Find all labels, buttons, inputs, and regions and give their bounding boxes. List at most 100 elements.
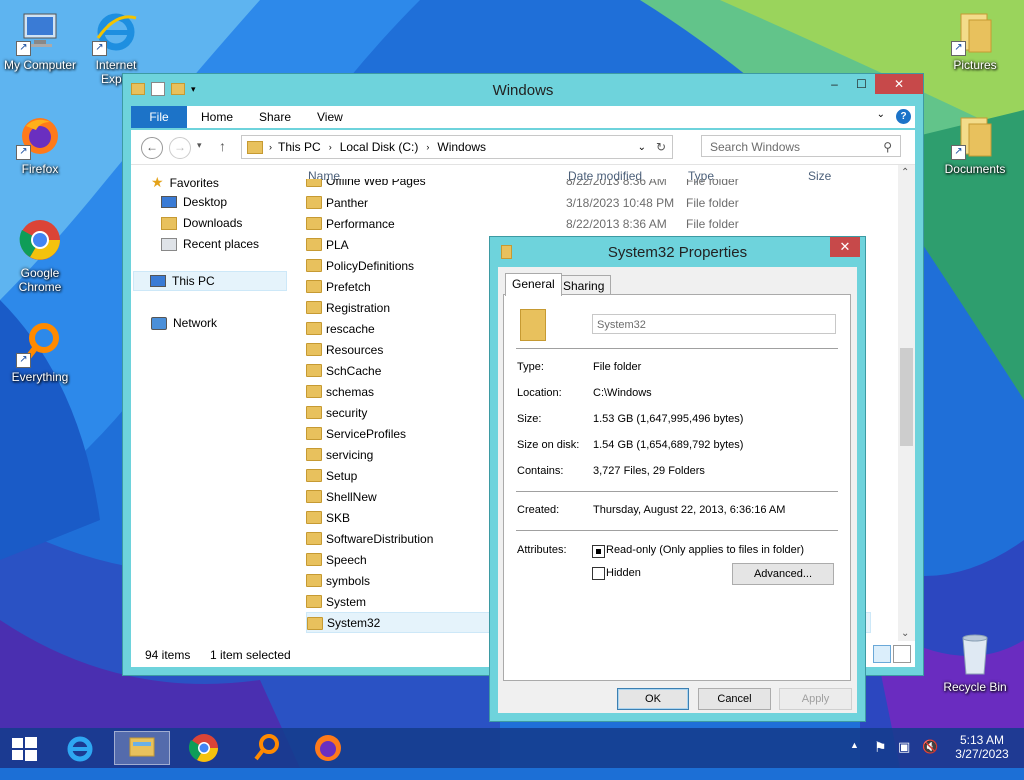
network-icon[interactable]: ▣ (898, 739, 910, 779)
taskbar-file-explorer[interactable] (114, 731, 170, 765)
hidden-checkbox[interactable] (592, 567, 605, 580)
nav-item-recent-places[interactable]: Recent places (161, 237, 259, 251)
recent-locations-icon[interactable]: ▾ (197, 140, 202, 151)
breadcrumb-separator-icon[interactable]: › (329, 142, 332, 152)
breadcrumb-windows[interactable]: Windows (437, 140, 486, 154)
list-item[interactable]: Panther 3/18/2023 10:48 PM File folder (306, 192, 871, 213)
breadcrumb-local-disk[interactable]: Local Disk (C:) (340, 140, 419, 154)
explorer-titlebar[interactable]: ▾ Windows – ☐ ✕ (123, 74, 923, 104)
desktop-icon-documents[interactable]: ↗ Documents (935, 112, 1015, 176)
breadcrumb-separator-icon[interactable]: › (269, 142, 272, 152)
vertical-scrollbar[interactable]: ⌃ ⌄ (898, 165, 915, 641)
nav-item-network[interactable]: Network (151, 316, 217, 330)
advanced-button[interactable]: Advanced... (732, 563, 834, 585)
address-dropdown-icon[interactable]: ⌄ (638, 142, 646, 153)
expand-ribbon-icon[interactable]: ⌄ (877, 109, 885, 120)
size-label: Size: (517, 413, 542, 425)
taskbar-google-chrome[interactable] (176, 731, 232, 765)
readonly-checkbox[interactable] (592, 545, 605, 558)
nav-item-desktop[interactable]: Desktop (161, 195, 227, 209)
ok-button[interactable]: OK (617, 688, 689, 710)
window-title: Windows (492, 82, 554, 99)
search-icon[interactable]: ⚲ (883, 136, 892, 158)
general-panel: System32 Type: File folder Location: C:\… (503, 294, 851, 681)
desktop-icon-recycle-bin[interactable]: Recycle Bin (935, 630, 1015, 694)
minimize-button[interactable]: – (821, 74, 848, 94)
nav-item-downloads[interactable]: Downloads (161, 216, 242, 230)
desktop-icon-everything[interactable]: ↗ Everything (0, 320, 80, 384)
folder-icon (306, 385, 322, 398)
search-input[interactable]: Search Windows ⚲ (701, 135, 901, 157)
nav-item-this-pc[interactable]: This PC (133, 271, 287, 291)
action-center-flag-icon[interactable]: ⚑ (874, 739, 887, 779)
breadcrumb-this-pc[interactable]: This PC (278, 140, 321, 154)
refresh-icon[interactable]: ↻ (656, 140, 666, 154)
desktop-icon-firefox[interactable]: ↗ Firefox (0, 112, 80, 176)
folder-icon (306, 259, 322, 272)
apply-button[interactable]: Apply (779, 688, 852, 710)
search-placeholder: Search Windows (710, 140, 801, 154)
tab-general[interactable]: General (505, 273, 562, 296)
file-name: ShellNew (326, 489, 377, 504)
created-label: Created: (517, 504, 560, 516)
star-icon: ★ (151, 174, 164, 190)
scroll-up-icon[interactable]: ⌃ (901, 167, 909, 178)
tab-home[interactable]: Home (201, 106, 233, 128)
show-hidden-icons-icon[interactable]: ▲ (850, 740, 859, 780)
folder-icon (307, 617, 323, 630)
list-item[interactable]: Performance 8/22/2013 8:36 AM File folde… (306, 213, 871, 234)
scrollbar-thumb[interactable] (900, 348, 913, 446)
file-name: Speech (326, 552, 367, 567)
divider (516, 491, 838, 492)
file-name: security (326, 405, 368, 420)
details-view-icon[interactable] (873, 645, 891, 663)
folder-icon (306, 217, 322, 230)
shortcut-arrow-icon: ↗ (16, 353, 31, 368)
volume-muted-icon[interactable]: 🔇 (922, 739, 938, 779)
nav-item-favorites[interactable]: ★ Favorites (151, 174, 219, 191)
forward-button[interactable]: → (169, 137, 191, 159)
close-button[interactable]: ✕ (875, 74, 923, 94)
file-name: ServiceProfiles (326, 426, 407, 441)
list-item[interactable]: Offline Web Pages 8/22/2013 8:36 AM File… (306, 179, 871, 191)
back-button[interactable]: ← (141, 137, 163, 159)
tab-view[interactable]: View (317, 106, 343, 128)
divider (516, 348, 838, 349)
desktop-icon-my-computer[interactable]: ↗ My Computer (0, 8, 80, 72)
taskbar-everything[interactable] (238, 731, 294, 765)
cancel-button[interactable]: Cancel (698, 688, 771, 710)
folder-icon (306, 427, 322, 440)
tab-sharing[interactable]: Sharing (556, 275, 612, 296)
clock[interactable]: 5:13 AM 3/27/2023 (950, 728, 1014, 768)
firefox-icon: ↗ (16, 112, 64, 160)
desktop-icon (161, 196, 177, 208)
tab-file[interactable]: File (131, 106, 187, 128)
up-button[interactable]: ↑ (219, 138, 226, 154)
large-icons-view-icon[interactable] (893, 645, 911, 663)
taskbar-firefox[interactable] (300, 731, 356, 765)
start-button[interactable] (0, 731, 48, 765)
file-name: symbols (326, 573, 371, 588)
properties-dialog[interactable]: System32 Properties ✕ General Sharing Sy… (489, 236, 866, 722)
breadcrumb-separator-icon[interactable]: › (426, 142, 429, 152)
folder-icon (306, 322, 322, 335)
scroll-down-icon[interactable]: ⌄ (901, 628, 909, 639)
address-bar[interactable]: › This PC › Local Disk (C:) › Windows ⌄ … (241, 135, 673, 159)
contains-label: Contains: (517, 465, 564, 477)
taskbar-internet-explorer[interactable] (52, 731, 108, 765)
desktop-icon-pictures[interactable]: ↗ Pictures (935, 8, 1015, 72)
attributes-label: Attributes: (517, 544, 567, 556)
shortcut-arrow-icon: ↗ (951, 145, 966, 160)
type-label: Type: (517, 361, 544, 373)
folder-icon (306, 511, 322, 524)
maximize-button[interactable]: ☐ (848, 74, 875, 94)
help-icon[interactable]: ? (896, 109, 911, 124)
name-field[interactable]: System32 (592, 314, 836, 334)
tab-share[interactable]: Share (259, 106, 291, 128)
dialog-close-button[interactable]: ✕ (830, 237, 860, 257)
divider (516, 530, 838, 531)
location-label: Location: (517, 387, 562, 399)
desktop-icon-google-chrome[interactable]: Google Chrome (0, 216, 80, 294)
folder-icon (520, 309, 546, 341)
everything-search-icon: ↗ (16, 320, 64, 368)
